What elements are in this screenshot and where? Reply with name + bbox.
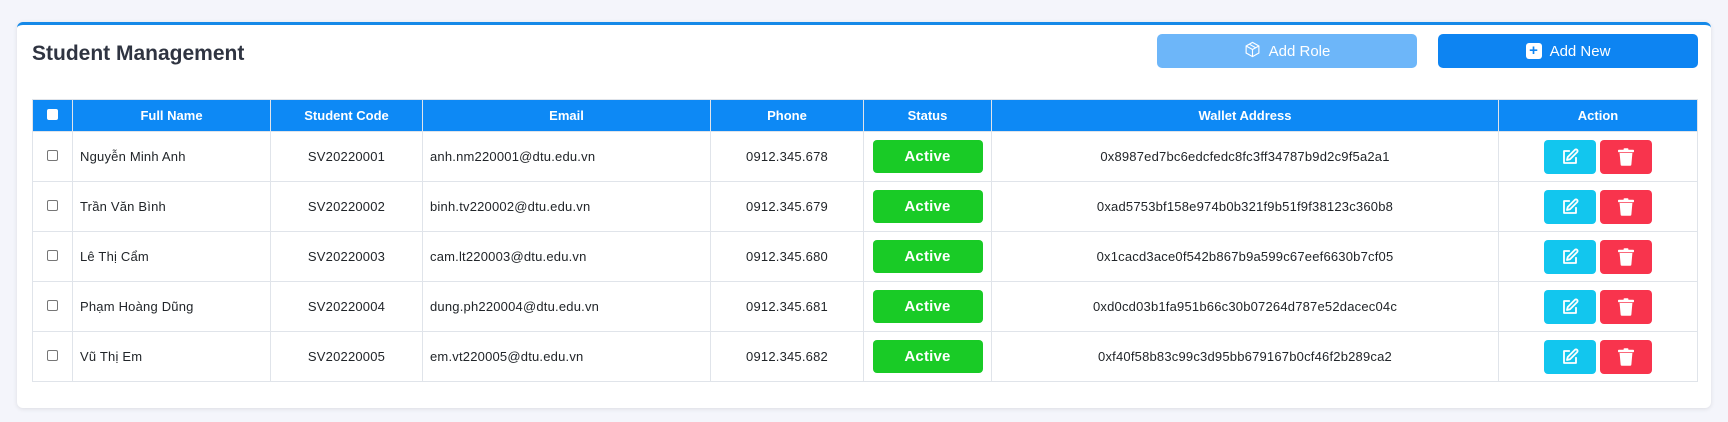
select-all-checkbox[interactable] (47, 109, 58, 120)
row-checkbox[interactable] (47, 350, 58, 361)
edit-button[interactable] (1544, 339, 1596, 374)
table-row: Vũ Thị Em SV20220005 em.vt220005@dtu.edu… (32, 331, 1698, 382)
row-checkbox-cell (32, 181, 73, 232)
edit-icon (1563, 198, 1579, 214)
full-name-cell: Vũ Thị Em (72, 331, 271, 382)
cube-icon (1244, 41, 1261, 62)
phone-cell: 0912.345.682 (710, 331, 864, 382)
email-cell: em.vt220005@dtu.edu.vn (422, 331, 711, 382)
wallet-address-cell: 0xf40f58b83c99c3d95bb679167b0cf46f2b289c… (991, 331, 1499, 382)
student-code-cell: SV20220001 (270, 131, 423, 182)
header-action: Action (1498, 99, 1698, 132)
header-wallet-address[interactable]: Wallet Address (991, 99, 1499, 132)
edit-icon (1563, 298, 1579, 314)
header-status[interactable]: Status (863, 99, 992, 132)
table-row: Trần Văn Bình SV20220002 binh.tv220002@d… (32, 181, 1698, 232)
row-checkbox[interactable] (47, 300, 58, 311)
full-name-cell: Nguyễn Minh Anh (72, 131, 271, 182)
row-checkbox-cell (32, 281, 73, 332)
email-cell: binh.tv220002@dtu.edu.vn (422, 181, 711, 232)
delete-button[interactable] (1600, 339, 1652, 374)
trash-icon (1618, 147, 1634, 166)
wallet-address-cell: 0xad5753bf158e974b0b321f9b51f9f38123c360… (991, 181, 1499, 232)
table-row: Phạm Hoàng Dũng SV20220004 dung.ph220004… (32, 281, 1698, 332)
delete-button[interactable] (1600, 239, 1652, 274)
edit-icon (1563, 148, 1579, 164)
add-new-button[interactable]: + Add New (1438, 34, 1698, 68)
action-cell (1498, 131, 1698, 182)
add-new-label: Add New (1549, 42, 1611, 60)
select-all-header (32, 99, 73, 132)
phone-cell: 0912.345.681 (710, 281, 864, 332)
status-cell: Active (863, 131, 992, 182)
table-header-row: Full Name Student Code Email Phone Statu… (32, 99, 1698, 132)
trash-icon (1618, 347, 1634, 366)
row-checkbox[interactable] (47, 250, 58, 261)
full-name-cell: Trần Văn Bình (72, 181, 271, 232)
action-cell (1498, 231, 1698, 282)
wallet-address-cell: 0x1cacd3ace0f542b867b9a599c67eef6630b7cf… (991, 231, 1499, 282)
student-code-cell: SV20220005 (270, 331, 423, 382)
trash-icon (1618, 247, 1634, 266)
status-badge: Active (872, 190, 983, 223)
email-cell: cam.lt220003@dtu.edu.vn (422, 231, 711, 282)
status-cell: Active (863, 281, 992, 332)
header-full-name[interactable]: Full Name (72, 99, 271, 132)
header-student-code[interactable]: Student Code (270, 99, 423, 132)
status-cell: Active (863, 181, 992, 232)
student-code-cell: SV20220004 (270, 281, 423, 332)
action-cell (1498, 281, 1698, 332)
status-cell: Active (863, 231, 992, 282)
student-code-cell: SV20220003 (270, 231, 423, 282)
edit-button[interactable] (1544, 239, 1596, 274)
delete-button[interactable] (1600, 289, 1652, 324)
action-cell (1498, 331, 1698, 382)
table-row: Nguyễn Minh Anh SV20220001 anh.nm220001@… (32, 131, 1698, 182)
delete-button[interactable] (1600, 139, 1652, 174)
phone-cell: 0912.345.679 (710, 181, 864, 232)
row-checkbox[interactable] (47, 150, 58, 161)
full-name-cell: Phạm Hoàng Dũng (72, 281, 271, 332)
edit-button[interactable] (1544, 289, 1596, 324)
delete-button[interactable] (1600, 189, 1652, 224)
phone-cell: 0912.345.678 (710, 131, 864, 182)
header-email[interactable]: Email (422, 99, 711, 132)
status-badge: Active (872, 340, 983, 373)
row-checkbox-cell (32, 231, 73, 282)
trash-icon (1618, 297, 1634, 316)
add-role-label: Add Role (1268, 42, 1331, 60)
action-cell (1498, 181, 1698, 232)
edit-icon (1563, 348, 1579, 364)
status-cell: Active (863, 331, 992, 382)
email-cell: dung.ph220004@dtu.edu.vn (422, 281, 711, 332)
row-checkbox-cell (32, 131, 73, 182)
student-table: Full Name Student Code Email Phone Statu… (32, 99, 1698, 382)
table-row: Lê Thị Cẩm SV20220003 cam.lt220003@dtu.e… (32, 231, 1698, 282)
phone-cell: 0912.345.680 (710, 231, 864, 282)
header-phone[interactable]: Phone (710, 99, 864, 132)
wallet-address-cell: 0x8987ed7bc6edcfedc8fc3ff34787b9d2c9f5a2… (991, 131, 1499, 182)
email-cell: anh.nm220001@dtu.edu.vn (422, 131, 711, 182)
status-badge: Active (872, 240, 983, 273)
status-badge: Active (872, 290, 983, 323)
row-checkbox[interactable] (47, 200, 58, 211)
page-title: Student Management (32, 42, 245, 65)
add-role-button[interactable]: Add Role (1157, 34, 1417, 68)
edit-button[interactable] (1544, 139, 1596, 174)
trash-icon (1618, 197, 1634, 216)
edit-icon (1563, 248, 1579, 264)
full-name-cell: Lê Thị Cẩm (72, 231, 271, 282)
student-code-cell: SV20220002 (270, 181, 423, 232)
wallet-address-cell: 0xd0cd03b1fa951b66c30b07264d787e52dacec0… (991, 281, 1499, 332)
plus-square-icon: + (1525, 43, 1542, 59)
status-badge: Active (872, 140, 983, 173)
edit-button[interactable] (1544, 189, 1596, 224)
student-management-card: Student Management Add Role + Add New Fu… (17, 22, 1711, 408)
row-checkbox-cell (32, 331, 73, 382)
